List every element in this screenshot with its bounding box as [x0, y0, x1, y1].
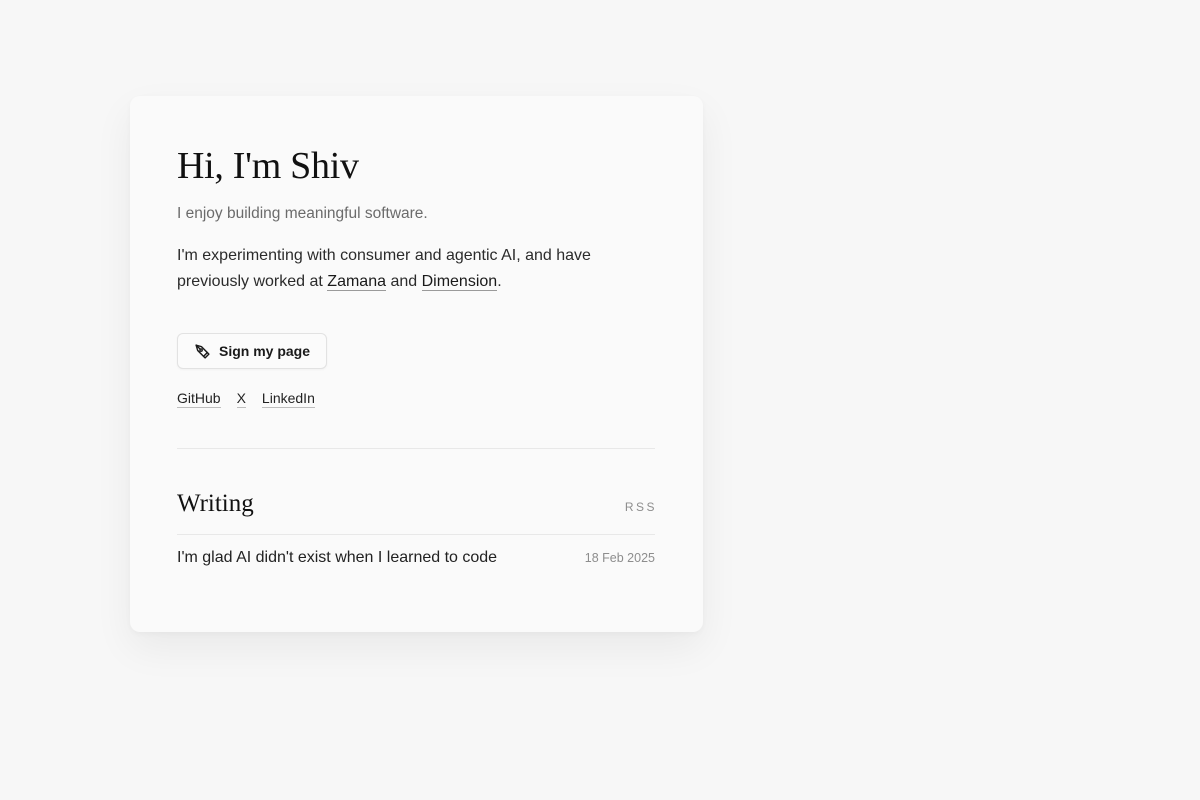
post-date: 18 Feb 2025 [584, 551, 655, 565]
dimension-link[interactable]: Dimension [421, 273, 498, 291]
sign-my-page-label: Sign my page [219, 343, 311, 359]
tagline: I enjoy building meaningful software. [177, 205, 428, 222]
linkedin-link[interactable]: LinkedIn [261, 389, 315, 408]
zamana-link[interactable]: Zamana [327, 273, 386, 291]
bio: I'm experimenting with consumer and agen… [177, 243, 617, 295]
writing-header: Writing RSS [177, 489, 655, 535]
section-divider [177, 448, 655, 449]
post-title-link[interactable]: I'm glad AI didn't exist when I learned … [177, 549, 497, 567]
bio-mid: and [386, 273, 422, 290]
rss-link[interactable]: RSS [625, 500, 657, 514]
profile-card: Hi, I'm Shiv I enjoy building meaningful… [130, 96, 703, 632]
page-title: Hi, I'm Shiv [177, 145, 359, 187]
social-links: GitHub X LinkedIn [177, 389, 655, 408]
x-link[interactable]: X [236, 389, 246, 408]
list-item: I'm glad AI didn't exist when I learned … [177, 549, 655, 567]
sign-my-page-button[interactable]: Sign my page [177, 333, 328, 369]
bio-suffix: . [497, 273, 502, 290]
writing-title: Writing [177, 490, 254, 517]
github-link[interactable]: GitHub [177, 389, 221, 408]
pen-nib-icon [194, 343, 211, 360]
